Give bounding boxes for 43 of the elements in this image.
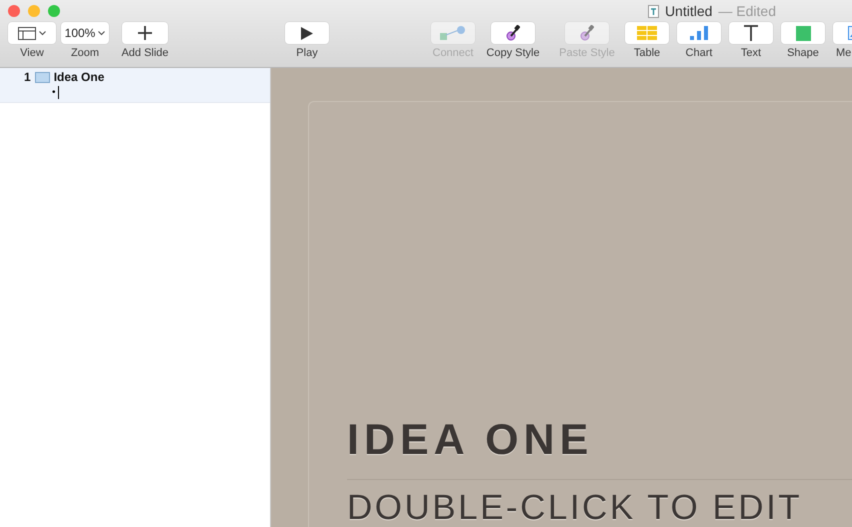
chevron-down-icon [98,30,106,36]
chevron-down-icon [39,30,46,36]
toolbar-label: Shape [787,47,819,59]
toolbar-label: View [20,47,44,59]
eyedropper-icon [580,25,594,41]
document-status: — Edited [718,3,776,19]
toolbar-label: Zoom [70,47,100,59]
slide-subtitle: DOUBLE-CLICK TO EDIT [347,479,852,527]
toolbar-label: Chart [686,47,712,59]
text-cursor [58,86,59,98]
slide-heading: IDEA ONE [347,416,594,465]
toolbar-label: Play [296,47,318,59]
close-button[interactable] [8,5,20,17]
text-button[interactable] [729,22,773,44]
view-button[interactable] [8,22,56,44]
add-button[interactable] [122,22,168,44]
slide-thumbnail-icon [34,72,50,82]
bar-chart-icon [690,26,708,40]
outline-row[interactable]: 1 Idea One • [0,68,270,103]
play-icon [301,26,313,40]
copy-style-button[interactable] [491,22,535,44]
bullet: • [52,86,56,98]
play-button[interactable] [285,22,329,44]
square-icon [796,26,810,40]
document-icon [648,4,659,18]
text-icon [744,25,758,41]
toolbar-label: Text [740,47,762,59]
shape-button[interactable] [781,22,825,44]
toolbar-label: Add Slide [121,47,169,59]
slide-title: Idea One [54,70,104,84]
toolbar-label: Table [634,47,660,59]
plus-icon [138,26,152,40]
toolbar-label: Me [835,47,852,59]
zoom-button[interactable] [48,5,60,17]
table-icon [637,26,657,40]
eyedropper-icon [506,25,520,41]
sidebar-layout-icon [18,26,36,40]
slide-number: 1 [24,70,31,84]
toolbar-label: Copy Style [486,47,540,59]
zoom-button[interactable]: 100% [61,22,109,44]
window-title: Untitled [664,3,712,19]
chart-button[interactable] [677,22,721,44]
connection-line-icon [440,26,466,40]
